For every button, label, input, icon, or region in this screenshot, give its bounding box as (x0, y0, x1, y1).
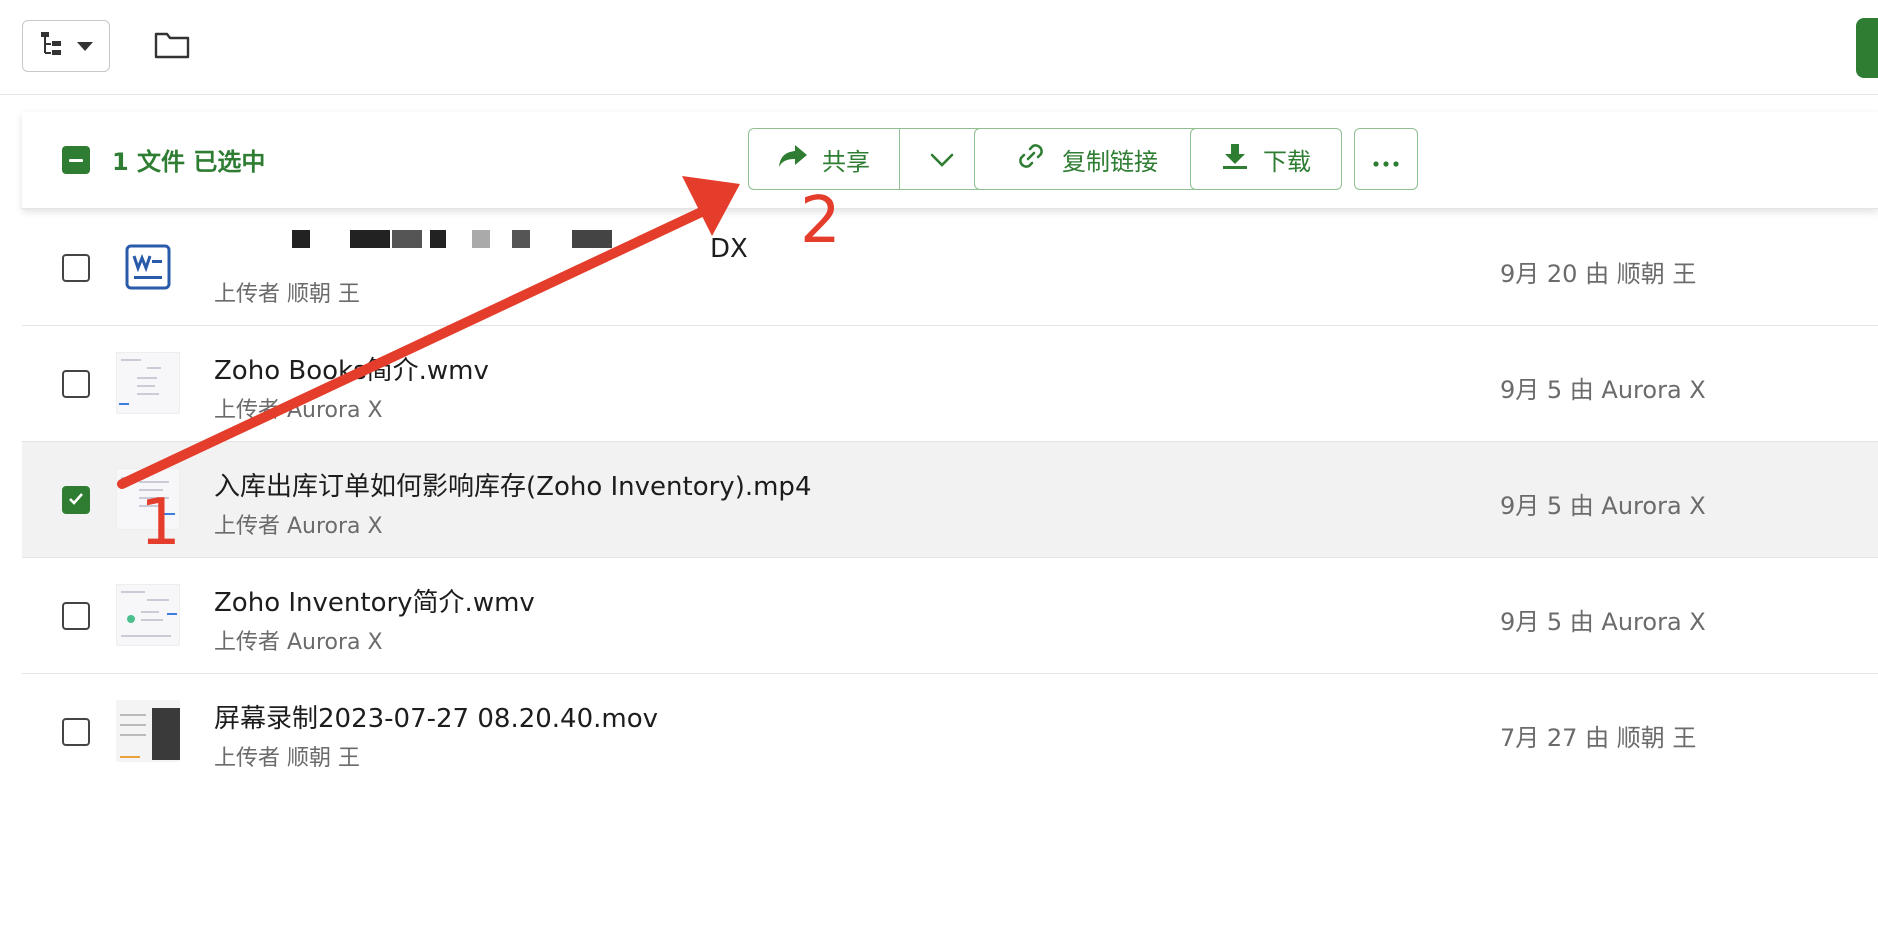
annotation-step-2: 2 (800, 184, 841, 258)
row-checkbox[interactable] (62, 602, 90, 630)
file-modified: 7月 27 由 顺朝 王 (1500, 724, 1697, 752)
file-name: Zoho Books简介.wmv (214, 356, 489, 386)
tree-view-icon (39, 30, 65, 62)
copy-link-label: 复制链接 (1062, 147, 1158, 176)
file-row[interactable]: Zoho Inventory简介.wmv 上传者 Aurora X 9月 5 由… (22, 558, 1878, 674)
file-row[interactable]: 屏幕录制2023-07-27 08.20.40.mov 上传者 顺朝 王 7月 … (22, 674, 1878, 790)
row-checkbox-checked[interactable] (62, 486, 90, 514)
more-actions-button[interactable] (1354, 128, 1418, 190)
file-modified: 9月 20 由 顺朝 王 (1500, 260, 1697, 288)
download-icon (1221, 142, 1249, 176)
file-modified: 9月 5 由 Aurora X (1500, 608, 1706, 636)
selection-count: 1 文件 已选中 (112, 148, 266, 176)
document-icon (116, 236, 180, 298)
top-toolbar (0, 0, 1878, 95)
copy-link-button[interactable]: 复制链接 (974, 128, 1200, 190)
file-row-selected[interactable]: 入库出库订单如何影响库存(Zoho Inventory).mp4 上传者 Aur… (22, 442, 1878, 558)
row-checkbox[interactable] (62, 370, 90, 398)
share-split-button: 共享 (748, 128, 984, 190)
check-icon (68, 491, 84, 510)
video-thumbnail (116, 584, 180, 646)
chevron-down-icon (930, 145, 954, 173)
redacted-filename (212, 222, 752, 252)
selection-bar: 1 文件 已选中 共享 复制链接 下载 (22, 112, 1878, 209)
folder-button[interactable] (150, 28, 194, 66)
share-arrow-icon (778, 143, 808, 175)
share-options-dropdown[interactable] (900, 129, 983, 189)
download-button[interactable]: 下载 (1190, 128, 1342, 190)
file-uploader: 上传者 Aurora X (214, 630, 383, 655)
video-thumbnail (116, 700, 180, 762)
primary-action-button-edge[interactable] (1856, 18, 1878, 78)
share-label: 共享 (822, 147, 870, 176)
file-modified: 9月 5 由 Aurora X (1500, 376, 1706, 404)
row-checkbox[interactable] (62, 718, 90, 746)
download-label: 下载 (1263, 147, 1311, 176)
more-horizontal-icon (1373, 145, 1399, 173)
file-name: 入库出库订单如何影响库存(Zoho Inventory).mp4 (214, 472, 812, 502)
file-name: 屏幕录制2023-07-27 08.20.40.mov (214, 704, 659, 734)
file-uploader: 上传者 Aurora X (214, 514, 383, 539)
row-checkbox[interactable] (62, 254, 90, 282)
file-row[interactable]: DX 上传者 顺朝 王 9月 20 由 顺朝 王 (22, 210, 1878, 326)
file-uploader: 上传者 Aurora X (214, 398, 383, 423)
link-icon (1016, 141, 1046, 177)
annotation-step-1: 1 (140, 486, 181, 560)
folder-icon (154, 30, 190, 64)
file-list: DX 上传者 顺朝 王 9月 20 由 顺朝 王 Zoho Books简介.wm… (22, 210, 1878, 790)
file-name: Zoho Inventory简介.wmv (214, 588, 535, 618)
file-name: DX (710, 234, 748, 264)
tree-view-dropdown-button[interactable] (22, 20, 110, 72)
file-modified: 9月 5 由 Aurora X (1500, 492, 1706, 520)
select-all-checkbox[interactable] (62, 146, 90, 174)
share-button[interactable]: 共享 (749, 129, 900, 189)
caret-down-icon (77, 37, 93, 56)
video-thumbnail (116, 352, 180, 414)
file-row[interactable]: Zoho Books简介.wmv 上传者 Aurora X 9月 5 由 Aur… (22, 326, 1878, 442)
file-uploader: 上传者 顺朝 王 (214, 282, 360, 307)
file-uploader: 上传者 顺朝 王 (214, 746, 360, 771)
